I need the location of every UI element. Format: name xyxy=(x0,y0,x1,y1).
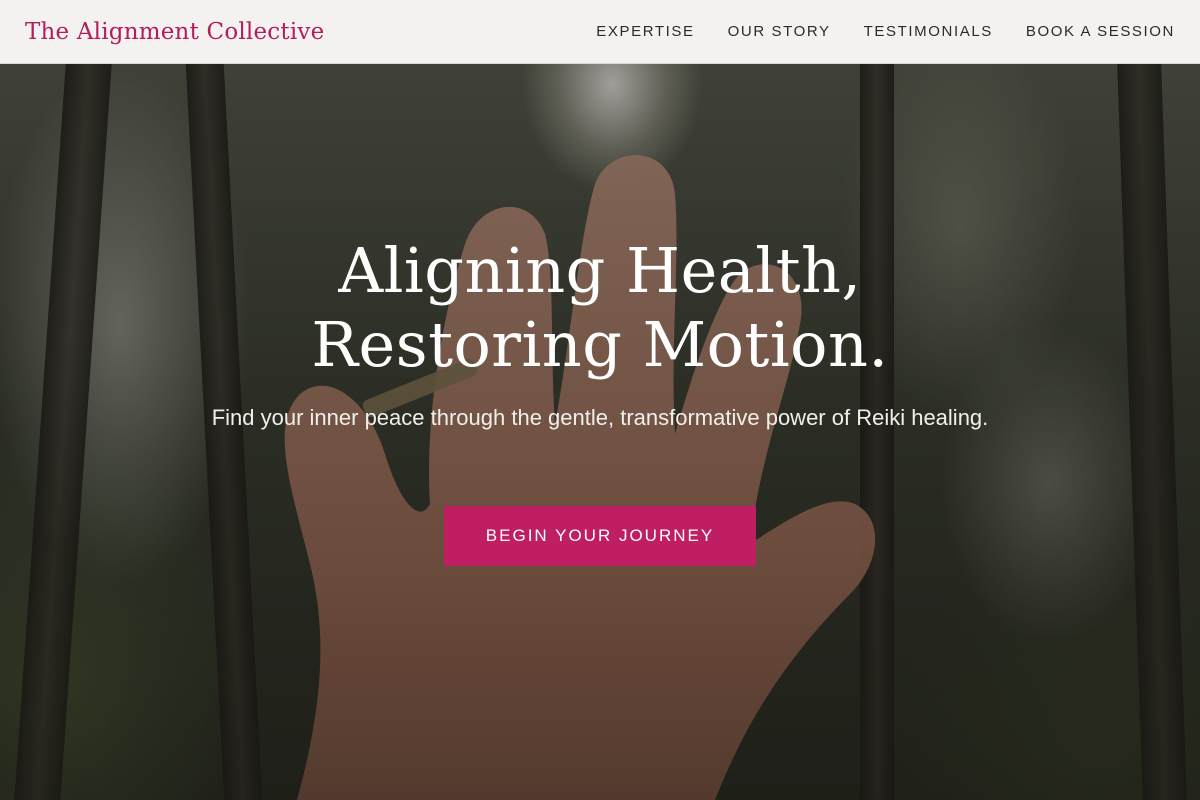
hero-section: Aligning Health, Restoring Motion. Find … xyxy=(0,64,1200,800)
nav-item-our-story[interactable]: OUR STORY xyxy=(728,23,831,40)
main-nav: EXPERTISE OUR STORY TESTIMONIALS BOOK A … xyxy=(563,0,1175,63)
hero-headline: Aligning Health, Restoring Motion. xyxy=(0,234,1200,382)
nav-item-testimonials[interactable]: TESTIMONIALS xyxy=(864,23,993,40)
brand-logo[interactable]: The Alignment Collective xyxy=(25,19,324,45)
nav-item-book-a-session[interactable]: BOOK A SESSION xyxy=(1026,23,1175,40)
hero-headline-line-1: Aligning Health, xyxy=(338,234,862,307)
begin-journey-button[interactable]: BEGIN YOUR JOURNEY xyxy=(444,506,756,566)
hero-headline-line-2: Restoring Motion. xyxy=(311,308,889,381)
hero-content: Aligning Health, Restoring Motion. Find … xyxy=(0,64,1200,800)
nav-item-expertise[interactable]: EXPERTISE xyxy=(596,23,694,40)
hero-subtext: Find your inner peace through the gentle… xyxy=(211,405,989,430)
site-header: The Alignment Collective EXPERTISE OUR S… xyxy=(0,0,1200,64)
